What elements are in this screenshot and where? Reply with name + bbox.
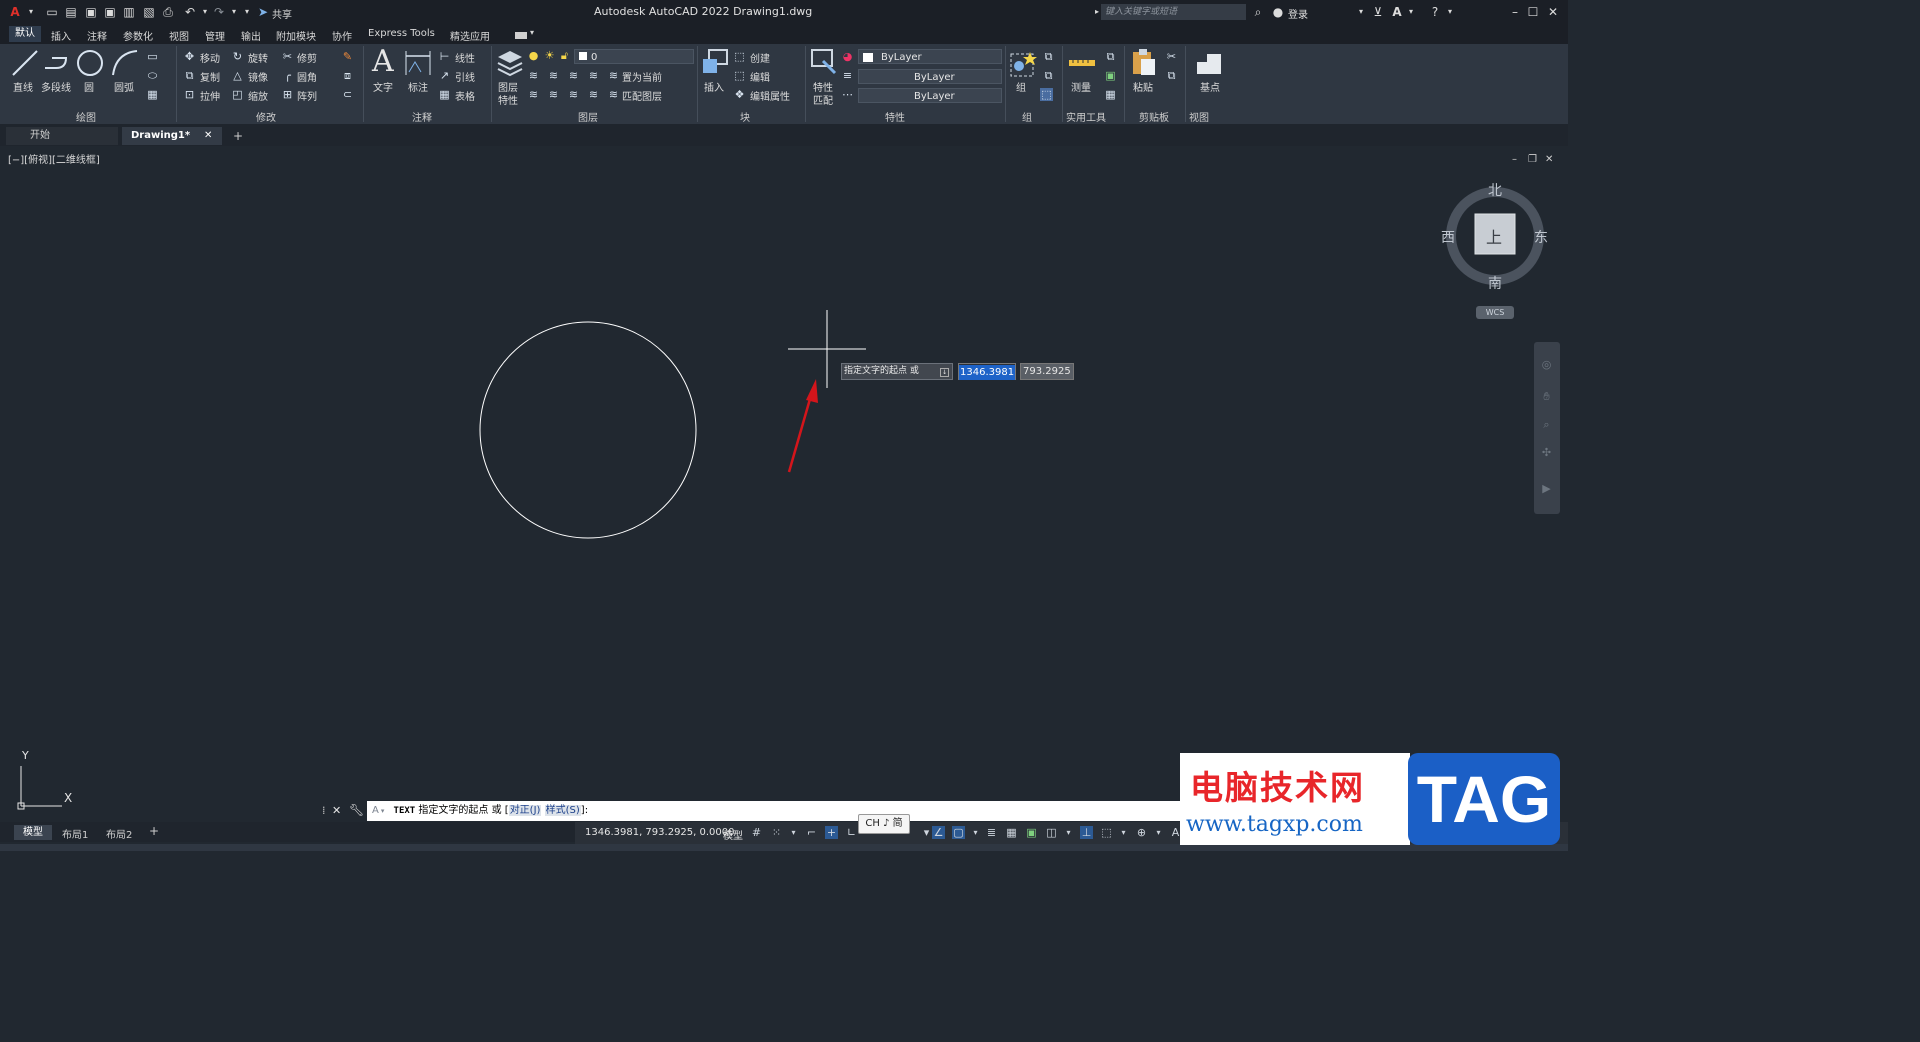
command-close-icon[interactable]: ✕ xyxy=(332,804,341,817)
command-option-style[interactable]: 样式(S) xyxy=(544,805,581,816)
new-layout-icon[interactable]: + xyxy=(149,824,159,838)
osnap-dropdown-icon[interactable]: ▾ xyxy=(969,826,982,839)
gizmo-dropdown-icon[interactable]: ▾ xyxy=(1152,826,1165,839)
command-end: ]: xyxy=(580,805,589,816)
annotation-arrow-shaft xyxy=(787,391,814,473)
3d-osnap-dropdown-icon[interactable]: ▾ xyxy=(1062,826,1075,839)
bottom-border xyxy=(0,844,1568,851)
options-arrow-icon[interactable]: ↓ xyxy=(940,368,949,377)
watermark-url: www.tagxp.com xyxy=(1186,812,1363,837)
drawn-circle[interactable] xyxy=(479,321,697,539)
watermark-title: 电脑技术网 xyxy=(1190,768,1365,807)
dynamic-input-x-field[interactable]: 1346.3981 xyxy=(958,363,1016,380)
ime-indicator[interactable]: CH ♪ 简 xyxy=(858,814,910,834)
tab-layout2[interactable]: 布局2 xyxy=(106,826,132,841)
navigation-bar: ◎ ✋︎ ⌕ ✣ ▶ xyxy=(1534,342,1560,514)
object-snap-icon[interactable]: ▢ xyxy=(952,826,965,839)
gizmo-icon[interactable]: ⊕ xyxy=(1135,826,1148,839)
command-name: TEXT xyxy=(393,806,416,816)
ortho-icon[interactable]: ∟ xyxy=(845,826,858,839)
infer-constraints-icon[interactable]: ⌐ xyxy=(805,826,818,839)
command-grip-icon[interactable]: ⁞ xyxy=(322,804,326,817)
steering-wheel-icon[interactable]: ◎ xyxy=(1540,358,1553,371)
isodraft-icon[interactable]: ∠ xyxy=(932,826,945,839)
orbit-icon[interactable]: ✣ xyxy=(1540,446,1553,459)
command-option-justify[interactable]: 对正(J) xyxy=(508,805,542,816)
model-space-toggle[interactable]: 模型 xyxy=(723,827,743,842)
wcs-menu[interactable]: WCS xyxy=(1476,306,1514,319)
selection-filter-icon[interactable]: ⬚ xyxy=(1100,826,1113,839)
viewcube-east[interactable]: 东 xyxy=(1534,227,1548,247)
3d-osnap-icon[interactable]: ◫ xyxy=(1045,826,1058,839)
selection-cycling-icon[interactable]: ▣ xyxy=(1025,826,1038,839)
transparency-icon[interactable]: ▦ xyxy=(1005,826,1018,839)
ucs-y-label: Y xyxy=(22,749,29,762)
ucs-x-label: X xyxy=(64,791,73,805)
dynamic-input-y-value: 793.2925 xyxy=(1023,366,1071,377)
dynamic-input-prompt-text: 指定文字的起点 或 xyxy=(844,366,919,376)
command-recent-icon[interactable]: ▾ xyxy=(381,807,385,815)
drawing-overlay xyxy=(17,187,1544,810)
dynamic-input-x-value: 1346.3981 xyxy=(959,365,1016,380)
viewcube-top-label[interactable]: 上 xyxy=(1486,224,1502,248)
annotation-arrow-head xyxy=(806,379,818,403)
filter-dropdown-icon[interactable]: ▾ xyxy=(1117,826,1130,839)
tab-model[interactable]: 模型 xyxy=(14,825,52,840)
dynamic-input-prompt: 指定文字的起点 或 ↓ xyxy=(841,363,953,380)
zoom-extents-icon[interactable]: ⌕ xyxy=(1540,418,1553,431)
coordinate-readout[interactable]: 1346.3981, 793.2925, 0.0000 xyxy=(585,827,735,838)
viewcube-west[interactable]: 西 xyxy=(1441,227,1455,247)
pan-icon[interactable]: ✋︎ xyxy=(1540,390,1553,403)
grid-icon[interactable]: # xyxy=(750,826,763,839)
command-a-icon: A xyxy=(372,805,379,816)
snap-dropdown-icon[interactable]: ▾ xyxy=(787,826,800,839)
watermark-tag-logo: TAG xyxy=(1408,753,1560,845)
dynamic-ucs-icon[interactable]: ⊥ xyxy=(1080,826,1093,839)
showmotion-icon[interactable]: ▶ xyxy=(1540,482,1553,495)
tab-layout1[interactable]: 布局1 xyxy=(62,826,88,841)
snap-icon[interactable]: ⁙ xyxy=(770,826,783,839)
command-line-input[interactable]: A ▾ TEXT 指定文字的起点 或 [对正(J) 样式(S)]: xyxy=(367,801,1245,821)
dynamic-input-icon[interactable]: + xyxy=(825,826,838,839)
command-prompt: 指定文字的起点 或 [ xyxy=(418,805,509,816)
command-customize-icon[interactable]: 🔧︎ xyxy=(349,803,364,817)
viewcube-north[interactable]: 北 xyxy=(1488,180,1502,200)
lineweight-toggle-icon[interactable]: ≣ xyxy=(985,826,998,839)
viewcube-south[interactable]: 南 xyxy=(1488,273,1502,293)
dynamic-input-y-field[interactable]: 793.2925 xyxy=(1020,363,1074,380)
